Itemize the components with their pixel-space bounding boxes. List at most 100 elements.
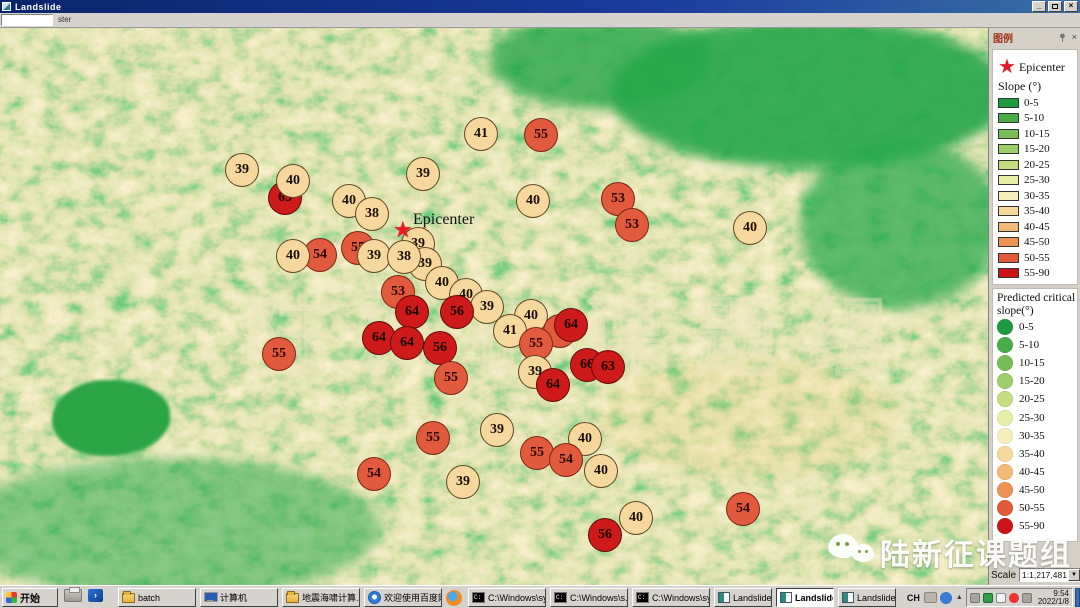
color-swatch bbox=[998, 98, 1019, 108]
tray-icon-gray[interactable] bbox=[970, 593, 980, 603]
slope-marker[interactable]: 53 bbox=[615, 208, 649, 242]
slope-legend-item: 45-50 bbox=[998, 235, 1077, 251]
color-circle bbox=[997, 391, 1013, 407]
taskbar-task-C:\Windows\sy...[interactable]: C:C:\Windows\sy... bbox=[632, 588, 710, 607]
critical-legend-item: 50-55 bbox=[997, 499, 1077, 517]
legend-item-label: 15-20 bbox=[1019, 375, 1045, 387]
maximize-button[interactable] bbox=[1048, 1, 1062, 12]
critical-legend-item: 10-15 bbox=[997, 354, 1077, 372]
slope-marker[interactable]: 39 bbox=[357, 239, 391, 273]
ime-icon[interactable] bbox=[940, 592, 952, 604]
legend-item-label: 45-50 bbox=[1019, 484, 1045, 496]
legend-epicenter-star-icon: ★ bbox=[998, 57, 1016, 77]
legend-item-label: 55-90 bbox=[1024, 267, 1050, 279]
taskbar-task-Landslide[interactable]: Landslide bbox=[838, 588, 896, 607]
show-desktop-button[interactable] bbox=[1075, 588, 1080, 607]
taskbar-task-batch[interactable]: batch bbox=[118, 588, 196, 607]
slope-marker[interactable]: 39 bbox=[480, 413, 514, 447]
taskbar-task-C:\Windows\sy...[interactable]: C:C:\Windows\sy... bbox=[468, 588, 546, 607]
slope-marker[interactable]: 55 bbox=[416, 421, 450, 455]
printer-icon[interactable] bbox=[64, 589, 82, 602]
epicenter-star-icon[interactable]: ★ bbox=[393, 219, 413, 241]
slope-marker[interactable]: 39 bbox=[225, 153, 259, 187]
color-circle bbox=[997, 410, 1013, 426]
slope-marker[interactable]: 41 bbox=[464, 117, 498, 151]
slope-marker[interactable]: 40 bbox=[733, 211, 767, 245]
tray-icon-flag[interactable] bbox=[996, 593, 1006, 603]
cmd-icon: C: bbox=[472, 592, 485, 603]
slope-marker[interactable]: 40 bbox=[516, 184, 550, 218]
color-swatch bbox=[998, 191, 1019, 201]
slope-marker[interactable]: 39 bbox=[446, 465, 480, 499]
slope-marker[interactable]: 39 bbox=[406, 157, 440, 191]
app-icon bbox=[780, 592, 792, 603]
slope-marker[interactable]: 56 bbox=[440, 295, 474, 329]
taskbar-task-欢迎使用百度网盘[interactable]: 欢迎使用百度网盘 bbox=[364, 588, 442, 607]
slope-marker[interactable]: 63 bbox=[591, 350, 625, 384]
slope-legend-item: 40-45 bbox=[998, 219, 1077, 235]
tray-icon-gray[interactable] bbox=[1022, 593, 1032, 603]
legend-close-icon[interactable]: × bbox=[1072, 33, 1077, 42]
legend-item-label: 5-10 bbox=[1024, 112, 1044, 124]
pin-icon[interactable] bbox=[1058, 33, 1067, 42]
slope-marker[interactable]: 54 bbox=[357, 457, 391, 491]
firefox-icon[interactable] bbox=[446, 590, 462, 606]
task-label: 计算机 bbox=[220, 591, 247, 604]
slope-marker[interactable]: 64 bbox=[554, 308, 588, 342]
tray-icon-green[interactable] bbox=[983, 593, 993, 603]
tray-icon-red[interactable] bbox=[1009, 593, 1019, 603]
slope-legend-item: 35-40 bbox=[998, 204, 1077, 220]
slope-marker[interactable]: 38 bbox=[355, 197, 389, 231]
taskbar-task-计算机[interactable]: 计算机 bbox=[200, 588, 278, 607]
taskbar-task-Landslide[interactable]: Landslide bbox=[714, 588, 772, 607]
slope-marker[interactable]: 40 bbox=[584, 454, 618, 488]
slope-marker[interactable]: 64 bbox=[395, 295, 429, 329]
slope-marker[interactable]: 55 bbox=[262, 337, 296, 371]
slope-marker[interactable]: 40 bbox=[619, 501, 653, 535]
slope-marker[interactable]: 55 bbox=[434, 361, 468, 395]
taskbar-task-地震海啸计算...[interactable]: 地震海啸计算... bbox=[282, 588, 360, 607]
slope-marker[interactable]: 56 bbox=[588, 518, 622, 552]
quick-launch: › bbox=[64, 589, 109, 602]
legend-item-label: 0-5 bbox=[1024, 97, 1039, 109]
slope-marker[interactable]: 56 bbox=[423, 331, 457, 365]
legend-panel: 图例 × ★ Epicenter Slope (°) 0-55-1010-151… bbox=[988, 28, 1080, 585]
taskbar-task-Landslide[interactable]: Landslide bbox=[776, 588, 834, 607]
slope-legend-item: 55-90 bbox=[998, 266, 1077, 282]
slope-marker[interactable]: 55 bbox=[524, 118, 558, 152]
folder-icon bbox=[122, 593, 135, 603]
color-circle bbox=[997, 446, 1013, 462]
tray-expand-icon[interactable]: ▲ bbox=[956, 594, 963, 601]
toolbar-input[interactable] bbox=[1, 14, 53, 26]
color-swatch bbox=[998, 160, 1019, 170]
slope-marker[interactable]: 64 bbox=[390, 326, 424, 360]
slope-legend-item: 5-10 bbox=[998, 111, 1077, 127]
keyboard-icon[interactable] bbox=[924, 592, 937, 603]
taskbar-task-C:\Windows\s...[interactable]: C:C:\Windows\s... bbox=[550, 588, 628, 607]
folder-icon bbox=[286, 593, 299, 603]
slope-marker[interactable]: 38 bbox=[387, 240, 421, 274]
legend-item-label: 20-25 bbox=[1019, 393, 1045, 405]
task-label: batch bbox=[138, 593, 160, 603]
color-circle bbox=[997, 355, 1013, 371]
epicenter-label: Epicenter bbox=[413, 211, 474, 229]
minimize-button[interactable]: _ bbox=[1032, 1, 1046, 12]
slope-marker[interactable]: 54 bbox=[726, 492, 760, 526]
critical-legend-item: 30-35 bbox=[997, 427, 1077, 445]
task-label: 地震海啸计算... bbox=[302, 591, 360, 604]
cmd-icon: C: bbox=[554, 592, 567, 603]
ps-icon[interactable]: › bbox=[88, 589, 103, 602]
slope-legend-items: 0-55-1010-1515-2020-2525-3030-3535-4040-… bbox=[998, 95, 1077, 281]
clock[interactable]: 9:54 2022/1/8 bbox=[1038, 590, 1069, 606]
slope-marker[interactable]: 40 bbox=[276, 239, 310, 273]
slope-marker[interactable]: 64 bbox=[536, 368, 570, 402]
wechat-icon bbox=[828, 532, 874, 572]
slope-marker[interactable]: 54 bbox=[549, 443, 583, 477]
slope-marker[interactable]: 40 bbox=[276, 164, 310, 198]
task-label: Landslide bbox=[795, 593, 834, 603]
start-button[interactable]: 开始 bbox=[2, 588, 58, 607]
color-circle bbox=[997, 464, 1013, 480]
language-indicator[interactable]: CH bbox=[907, 593, 920, 603]
map-canvas[interactable]: 陆新征课题组 633940394155403840535340545540393… bbox=[0, 28, 988, 585]
close-button[interactable]: × bbox=[1064, 1, 1078, 12]
